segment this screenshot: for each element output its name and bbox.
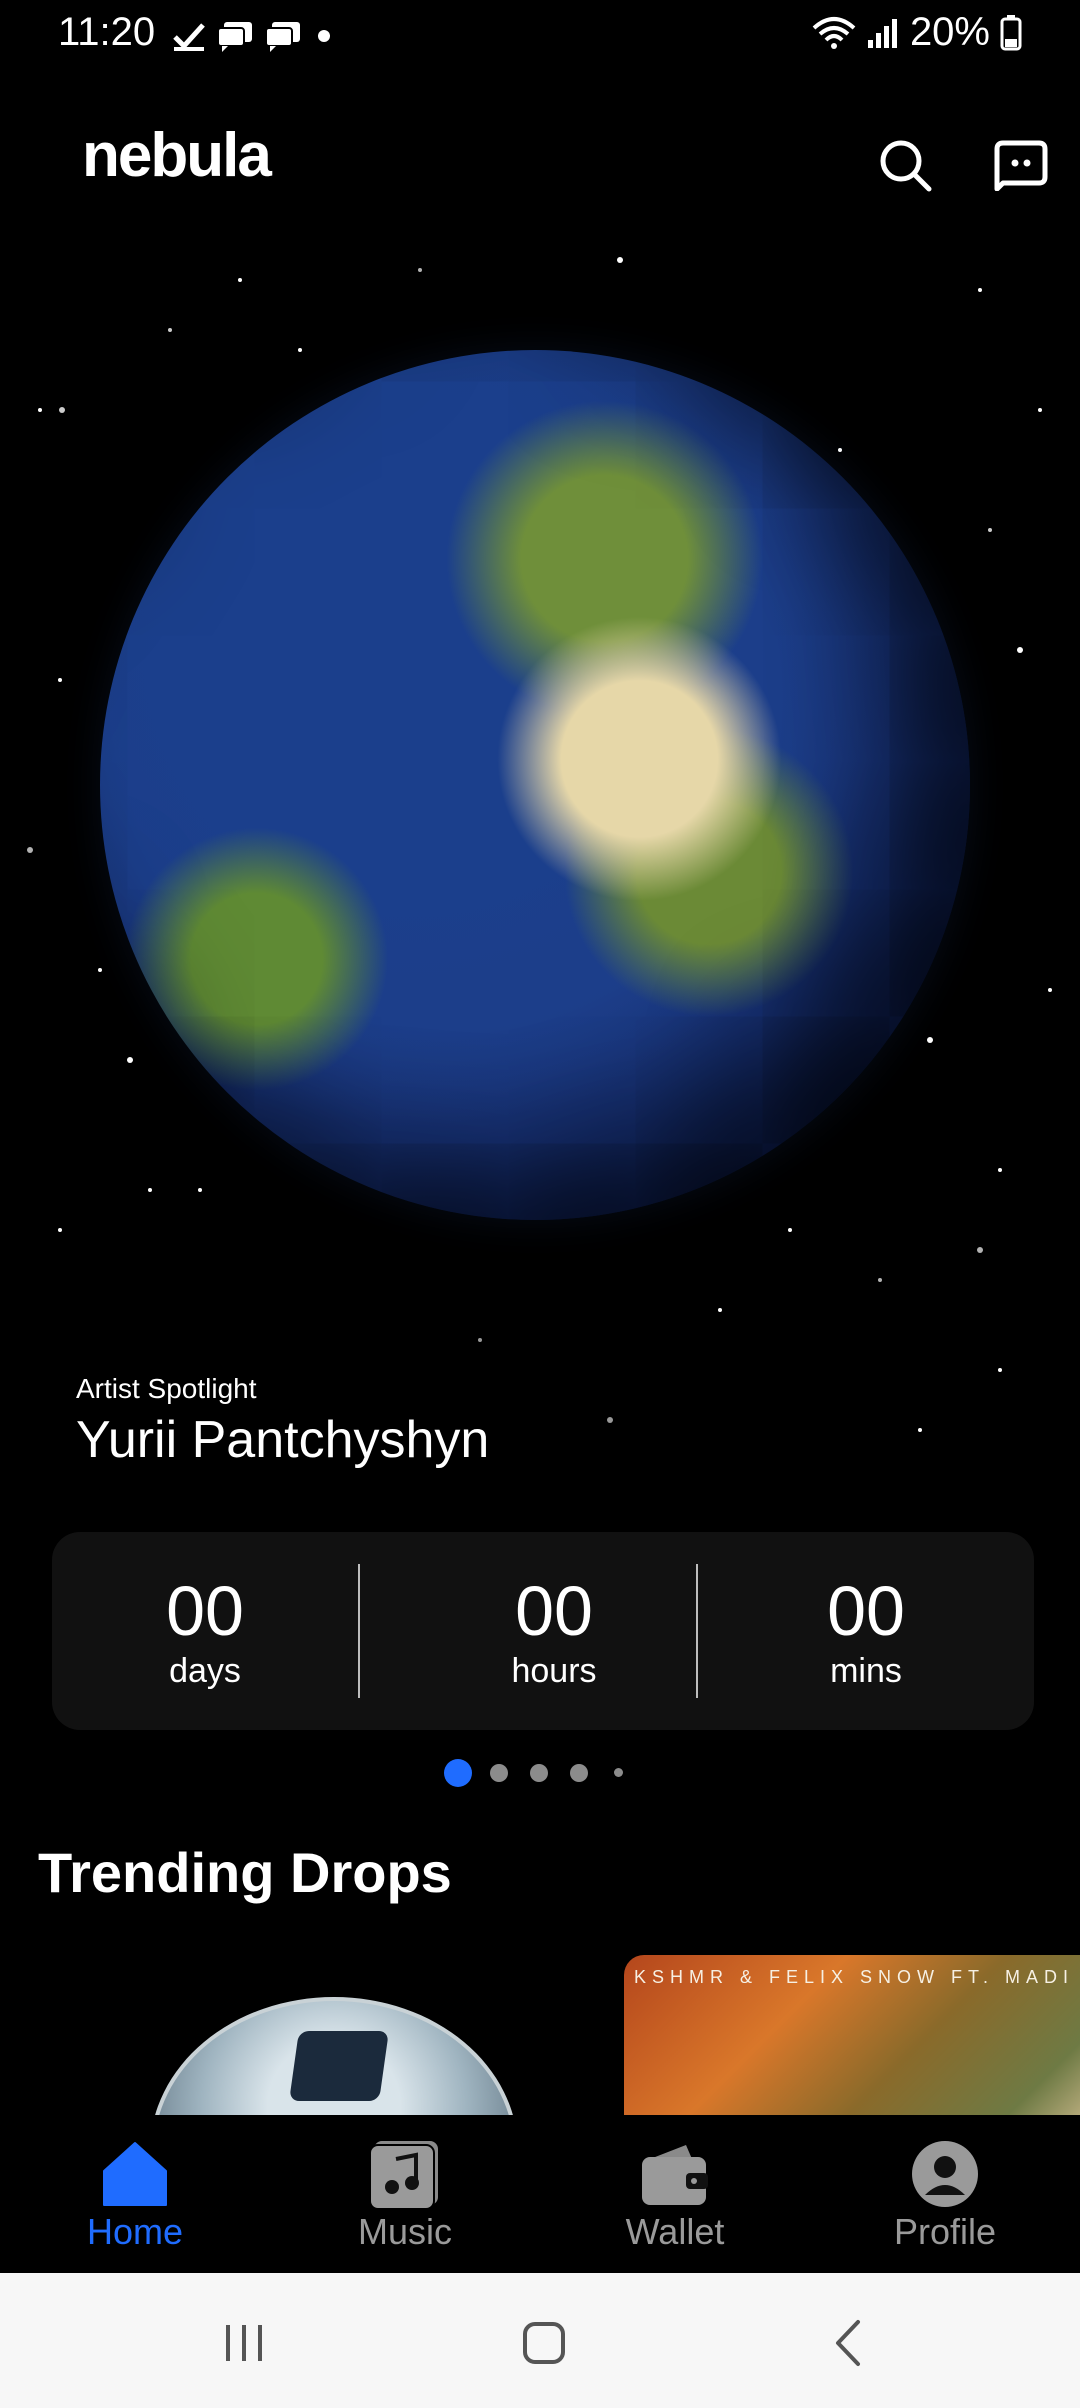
- nav-home[interactable]: Home: [0, 2115, 270, 2273]
- mins-value: 00: [827, 1571, 905, 1650]
- carousel-dot[interactable]: [530, 1764, 548, 1782]
- carousel-dot[interactable]: [570, 1764, 588, 1782]
- message-icon: [216, 20, 254, 52]
- days-label: days: [169, 1651, 241, 1690]
- wallet-icon: [640, 2139, 710, 2209]
- drop-card-dome[interactable]: [150, 1997, 518, 2115]
- nav-home-label: Home: [86, 2211, 184, 2252]
- search-button[interactable]: [870, 130, 940, 200]
- carousel-dot[interactable]: [490, 1764, 508, 1782]
- bottom-navigation: Home Music Wallet Profile: [0, 2115, 1080, 2273]
- carousel-indicator: [0, 1758, 1080, 1788]
- check-icon: [172, 21, 206, 51]
- nav-wallet-label: Wallet: [625, 2211, 725, 2252]
- search-icon: [877, 137, 933, 193]
- earth-globe-image: [100, 350, 970, 1220]
- artist-spotlight-hero[interactable]: Artist Spotlight Yurii Pantchyshyn: [0, 230, 1080, 1510]
- nav-profile[interactable]: Profile: [810, 2115, 1080, 2273]
- drop-card-album[interactable]: KSHMR & FELIX SNOW FT. MADI TOUC: [624, 1955, 1080, 2115]
- signal-icon: [866, 16, 900, 50]
- wifi-icon: [812, 16, 856, 50]
- chat-button[interactable]: [986, 130, 1056, 200]
- app-logo[interactable]: nebula: [82, 120, 272, 191]
- artist-name: Yurii Pantchyshyn: [76, 1411, 490, 1469]
- home-button[interactable]: [504, 2313, 584, 2373]
- recent-apps-icon: [222, 2321, 266, 2365]
- section-title: Trending Drops: [38, 1841, 452, 1904]
- system-navigation-bar: [0, 2273, 1080, 2408]
- recent-apps-button[interactable]: [204, 2313, 284, 2373]
- home-icon: [100, 2139, 170, 2209]
- home-square-icon: [521, 2320, 567, 2366]
- back-icon: [828, 2318, 868, 2368]
- countdown-days: 00 days: [52, 1532, 358, 1730]
- battery-percent: 20%: [909, 10, 990, 54]
- album-caption: KSHMR & FELIX SNOW FT. MADI TOUC: [634, 1967, 1080, 1987]
- countdown-timer: 00 days 00 hours 00 mins: [52, 1532, 1034, 1730]
- notification-icons: [172, 14, 336, 58]
- countdown-mins: 00 mins: [698, 1532, 1034, 1730]
- carousel-dot[interactable]: [614, 1768, 623, 1777]
- music-icon: [369, 2139, 440, 2210]
- status-time: 11:20: [58, 10, 156, 54]
- back-button[interactable]: [808, 2313, 888, 2373]
- hours-value: 00: [515, 1571, 593, 1650]
- nav-wallet[interactable]: Wallet: [540, 2115, 810, 2273]
- hours-label: hours: [511, 1651, 597, 1690]
- countdown-hours: 00 hours: [360, 1532, 748, 1730]
- nav-music[interactable]: Music: [270, 2115, 540, 2273]
- nav-profile-label: Profile: [893, 2211, 997, 2252]
- battery-icon: [1000, 14, 1022, 51]
- chat-icon: [993, 139, 1049, 191]
- app-header: nebula: [0, 110, 1080, 220]
- spotlight-label: Artist Spotlight: [76, 1373, 257, 1404]
- status-bar: 11:20 20%: [0, 0, 1080, 72]
- carousel-dot-active[interactable]: [444, 1759, 472, 1787]
- trending-drops-carousel: KSHMR & FELIX SNOW FT. MADI TOUC: [0, 1955, 1080, 2115]
- dot-icon: [312, 24, 336, 48]
- message-icon: [264, 20, 302, 52]
- mins-label: mins: [830, 1651, 902, 1690]
- system-status-icons: 20%: [812, 10, 1022, 55]
- days-value: 00: [166, 1571, 244, 1650]
- profile-icon: [910, 2139, 980, 2209]
- nav-music-label: Music: [357, 2211, 452, 2252]
